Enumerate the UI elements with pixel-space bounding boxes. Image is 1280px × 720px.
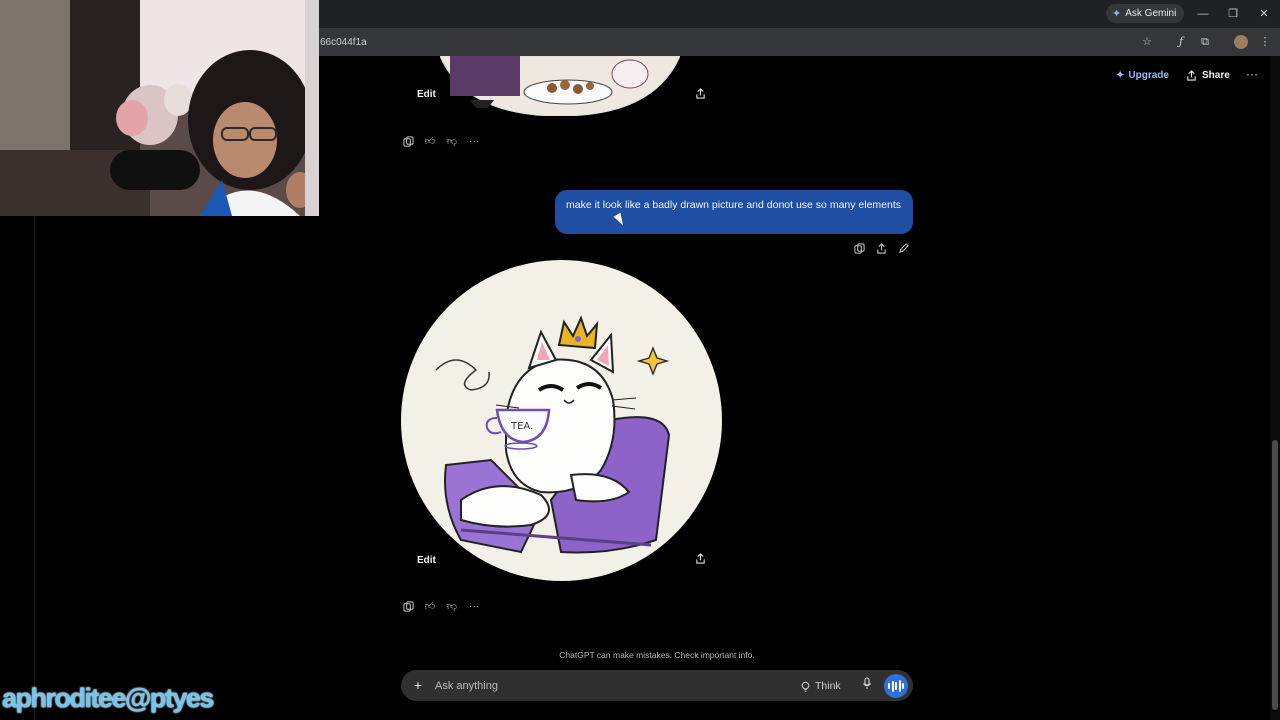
minimize-icon[interactable]: — [1194,5,1212,23]
attach-plus-icon[interactable]: + [410,678,426,694]
sidebar-divider [34,216,35,720]
user-message-text: make it look like a badly drawn picture … [566,199,902,211]
thumbs-up-icon[interactable]: 👍︎ [423,134,437,148]
prompt-input[interactable] [435,678,775,694]
more-options-icon[interactable]: ··· [1244,67,1260,83]
thumbs-up-icon[interactable]: 👍︎ [423,599,437,613]
copy-icon[interactable] [401,599,415,613]
lightbulb-icon [801,681,810,692]
browser-menu-icon[interactable]: ⋮ [1256,33,1274,51]
thumbs-down-icon[interactable]: 👎︎ [445,599,459,613]
voice-mode-button[interactable] [884,674,908,698]
webcam-overlay [0,0,319,216]
think-button[interactable]: Think [800,678,841,694]
user-copy-icon[interactable] [852,241,866,255]
address-bar[interactable]: 66c044f1a [312,33,1168,52]
ask-gemini-button[interactable]: ✦ Ask Gemini [1106,4,1185,23]
upgrade-label: Upgrade [1128,69,1169,81]
generated-image-share-icon[interactable] [693,553,707,567]
generated-image-edit-button[interactable]: Edit [417,555,436,566]
bookmark-star-icon[interactable]: ☆ [1138,33,1156,51]
share-icon [1187,69,1196,81]
gemini-spark-icon: ✦ [1112,8,1122,20]
voice-bar-icon [902,683,904,689]
edit-message-pencil-icon[interactable] [896,241,910,255]
ask-gemini-label: Ask Gemini [1125,8,1177,19]
generated-image[interactable]: TEA. [401,260,722,581]
microphone-icon[interactable] [860,677,874,693]
upgrade-button[interactable]: ✦ Upgrade [1116,67,1169,83]
scrollbar-thumb[interactable] [1272,440,1278,710]
user-share-icon[interactable] [874,241,888,255]
voice-bar-icon [895,682,897,690]
address-text: 66c044f1a [320,37,367,48]
voice-bar-icon [898,680,901,692]
assistant-actions-1: 👍︎ 👎︎ ··· [401,134,481,148]
think-label: Think [815,680,841,692]
close-icon[interactable]: ✕ [1255,5,1273,23]
more-actions-icon[interactable]: ··· [467,599,481,613]
assistant-actions-2: 👍︎ 👎︎ ··· [401,599,481,613]
more-actions-icon[interactable]: ··· [467,134,481,148]
previous-image[interactable] [440,56,680,116]
thumbs-down-icon[interactable]: 👎︎ [445,134,459,148]
restore-icon[interactable]: ❐ [1224,5,1242,23]
previous-image-edit-button[interactable]: Edit [417,89,436,100]
stream-watermark: aphroditee@ptyes [2,683,214,713]
share-button[interactable]: Share [1186,67,1230,83]
cup-label: TEA. [510,421,533,432]
user-message-bubble: make it look like a badly drawn picture … [555,190,913,234]
extensions-puzzle-icon[interactable]: ⧉ [1196,33,1214,51]
sparkle-icon: ✦ [1116,69,1125,81]
voice-bar-icon [891,680,894,692]
share-label: Share [1202,69,1230,81]
disclaimer-text: ChatGPT can make mistakes. Check importa… [559,650,755,660]
voice-bar-icon [888,683,890,689]
profile-avatar[interactable] [1234,35,1248,49]
previous-image-share-icon[interactable] [693,88,707,102]
copy-icon[interactable] [401,134,415,148]
script-extension-icon[interactable]: ƒ [1172,33,1190,51]
user-message-actions [852,241,910,255]
